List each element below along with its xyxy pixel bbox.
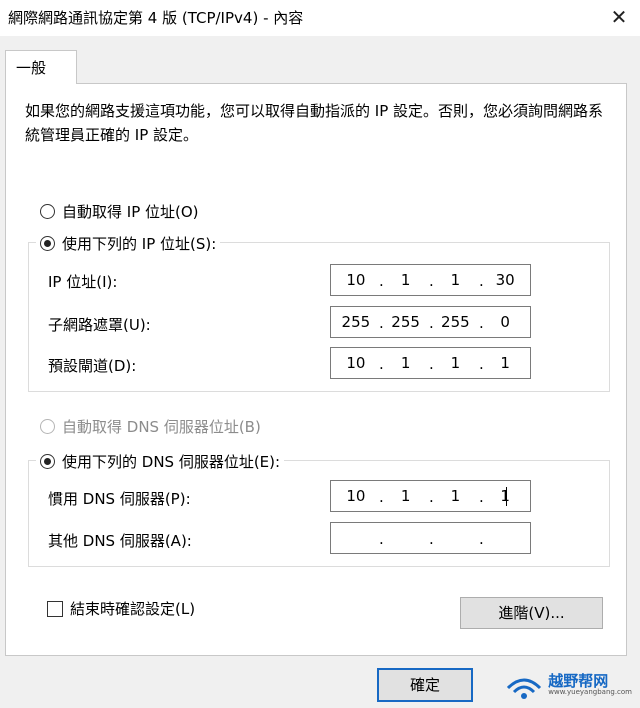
title-bar: 網際網路通訊協定第 4 版 (TCP/IPv4) - 內容 ✕ (0, 0, 640, 36)
manual-dns-radio-circle[interactable] (40, 454, 55, 469)
octet-separator: . (379, 488, 384, 506)
ip-octet: 1 (500, 354, 510, 372)
octet-separator: . (429, 488, 434, 506)
manual-ip-radio-circle[interactable] (40, 236, 55, 251)
octet-separator: . (479, 314, 484, 332)
auto-ip-radio[interactable]: 自動取得 IP 位址(O) (40, 201, 199, 222)
octet-separator: . (379, 530, 384, 548)
validate-on-exit-checkbox[interactable]: 結束時確認設定(L) (47, 598, 195, 619)
checkbox-box[interactable] (47, 600, 63, 617)
auto-dns-label: 自動取得 DNS 伺服器位址(B) (62, 418, 261, 436)
tab-general[interactable]: 一般 (5, 50, 77, 84)
octet-separator: . (379, 272, 384, 290)
watermark-logo-icon (504, 668, 544, 702)
ip-octet: 255 (341, 313, 371, 331)
advanced-button[interactable]: 進階(V)... (460, 597, 603, 629)
auto-dns-radio[interactable]: 自動取得 DNS 伺服器位址(B) (40, 416, 261, 437)
ip-address-label: IP 位址(I): (48, 273, 118, 291)
octet-separator: . (479, 488, 484, 506)
manual-ip-label: 使用下列的 IP 位址(S): (62, 235, 217, 253)
octet-separator: . (429, 314, 434, 332)
octet-separator: . (429, 355, 434, 373)
watermark-url: www.yueyangbang.com (548, 688, 632, 696)
ip-octet: 30 (495, 271, 515, 289)
octet-separator: . (479, 355, 484, 373)
close-icon[interactable]: ✕ (606, 4, 632, 30)
ip-octet: 10 (346, 271, 366, 289)
ip-octet: 1 (450, 271, 461, 289)
alternate-dns-field[interactable]: . . . (330, 522, 531, 554)
preferred-dns-field[interactable]: 10 1 1 1 . . . (330, 480, 531, 512)
ip-octet: 0 (500, 313, 510, 331)
text-cursor (506, 487, 507, 506)
octet-separator: . (479, 530, 484, 548)
ok-button[interactable]: 確定 (377, 668, 473, 702)
ip-octet: 1 (450, 487, 461, 505)
ip-octet: 1 (450, 354, 461, 372)
default-gateway-field[interactable]: 10 1 1 1 . . . (330, 347, 531, 379)
ip-octet: 1 (400, 354, 411, 372)
subnet-mask-label: 子網路遮罩(U): (48, 316, 151, 334)
manual-dns-radio[interactable]: 使用下列的 DNS 伺服器位址(E): (36, 451, 285, 472)
ip-octet: 10 (346, 354, 366, 372)
tab-general-label: 一般 (16, 59, 47, 77)
auto-dns-radio-circle[interactable] (40, 419, 55, 434)
alternate-dns-label: 其他 DNS 伺服器(A): (48, 532, 192, 550)
octet-separator: . (429, 272, 434, 290)
subnet-mask-field[interactable]: 255 255 255 0 . . . (330, 306, 531, 338)
window-title: 網際網路通訊協定第 4 版 (TCP/IPv4) - 內容 (8, 9, 304, 27)
octet-separator: . (379, 314, 384, 332)
ip-octet: 10 (346, 487, 366, 505)
ip-octet: 1 (400, 487, 411, 505)
ip-octet: 255 (391, 313, 420, 331)
auto-ip-label: 自動取得 IP 位址(O) (62, 203, 199, 221)
watermark-name: 越野帮网 (548, 672, 609, 690)
auto-ip-radio-circle[interactable] (40, 204, 55, 219)
octet-separator: . (429, 530, 434, 548)
octet-separator: . (379, 355, 384, 373)
validate-on-exit-label: 結束時確認設定(L) (70, 600, 196, 618)
manual-dns-label: 使用下列的 DNS 伺服器位址(E): (62, 453, 281, 471)
watermark: 越野帮网 www.yueyangbang.com (504, 668, 632, 702)
preferred-dns-label: 慣用 DNS 伺服器(P): (48, 490, 191, 508)
ip-address-field[interactable]: 10 1 1 30 . . . (330, 264, 531, 296)
manual-ip-radio[interactable]: 使用下列的 IP 位址(S): (36, 233, 221, 254)
default-gateway-label: 預設閘道(D): (48, 357, 137, 375)
ip-octet: 255 (441, 313, 470, 331)
description-text: 如果您的網路支援這項功能，您可以取得自動指派的 IP 設定。否則，您必須詢問網路… (25, 102, 604, 144)
ip-octet: 1 (400, 271, 411, 289)
octet-separator: . (479, 272, 484, 290)
